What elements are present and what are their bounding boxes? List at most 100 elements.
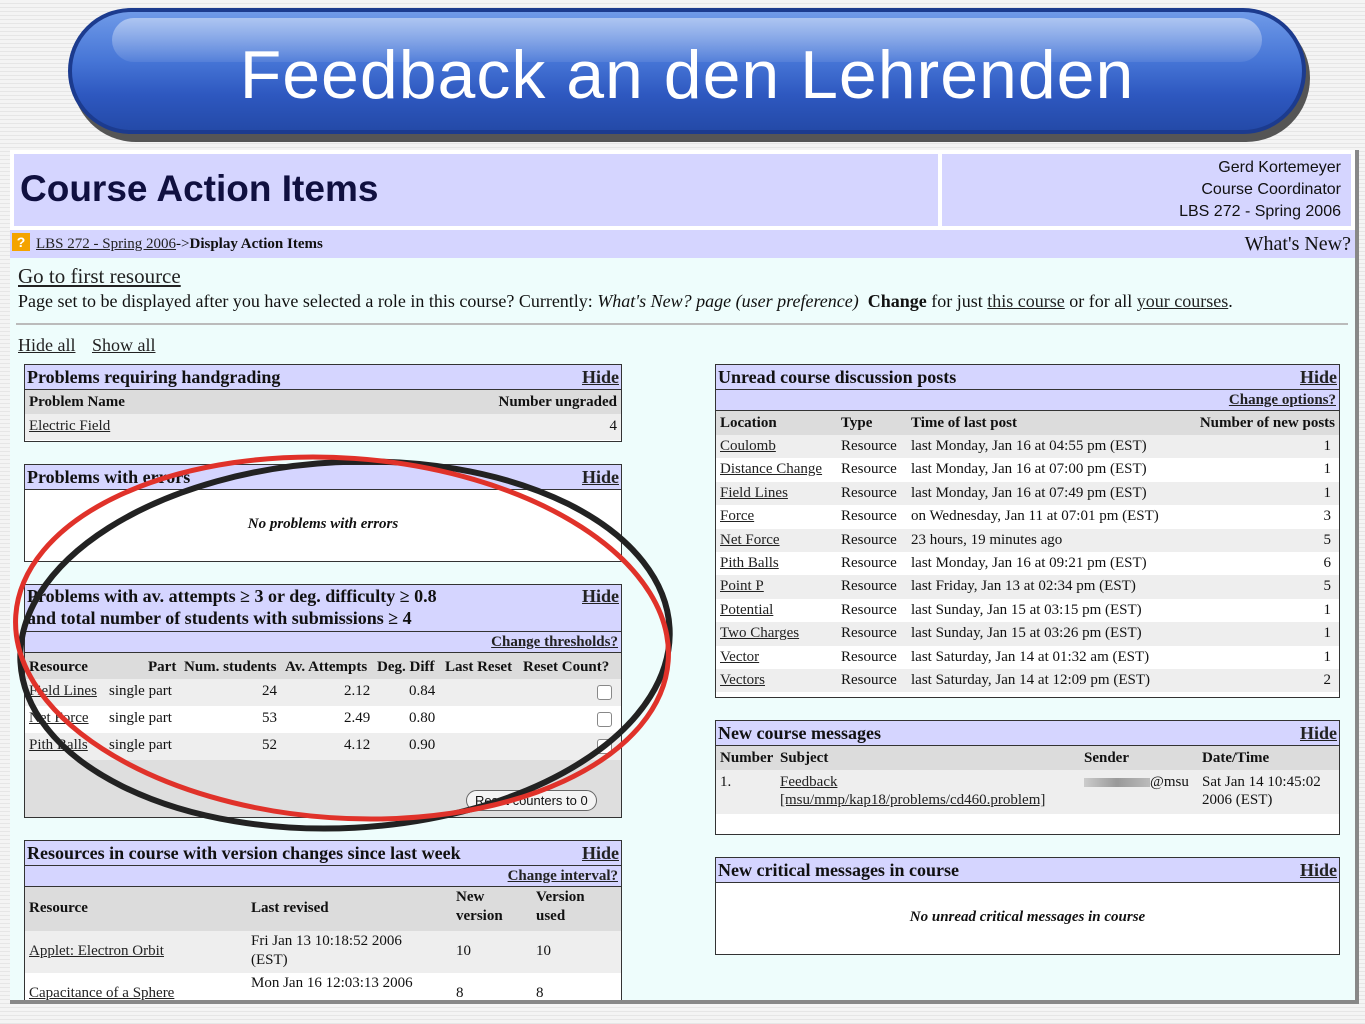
table-row: Electric Field 4: [25, 414, 621, 440]
discussion-panel: Unread course discussion posts Hide Chang…: [715, 364, 1340, 698]
discussion-location-link[interactable]: Force: [720, 508, 754, 525]
table-row: Potential Resource last Sunday, Jan 15 at …: [716, 599, 1339, 622]
go-to-first-resource-link[interactable]: Go to first resource: [18, 264, 181, 289]
hide-show-controls: Hide all Show all: [18, 335, 168, 356]
resource-link[interactable]: Net Force: [29, 710, 89, 727]
attempts-hide-link[interactable]: Hide: [582, 585, 619, 607]
discussion-time-cell: last Monday, Jan 16 at 07:49 pm (EST): [911, 484, 1147, 501]
header-title-cell: Course Action Items: [14, 154, 938, 226]
resource-link[interactable]: Field Lines: [29, 683, 97, 700]
hide-all-link[interactable]: Hide all: [18, 335, 75, 355]
discussion-time-cell: last Saturday, Jan 14 at 01:32 am (EST): [911, 648, 1150, 665]
attempts-title-line2: and total number of students with submis…: [27, 608, 412, 628]
students-cell: 52: [262, 737, 277, 753]
discussion-type-cell: Resource: [841, 601, 897, 618]
resource-link[interactable]: Applet: Electron Orbit: [29, 943, 164, 960]
discussion-type-cell: Resource: [841, 648, 897, 665]
students-cell: 24: [262, 683, 277, 699]
handgrading-table-header: Problem Name Number ungraded: [25, 390, 621, 414]
messages-hide-link[interactable]: Hide: [1300, 721, 1337, 745]
table-row: 1. Feedback [msu/mmp/kap18/problems/cd46…: [716, 770, 1339, 814]
banner-title: Feedback an den Lehrenden: [239, 37, 1135, 113]
errors-panel: Problems with errors Hide No problems wit…: [24, 464, 622, 562]
page-title: Course Action Items: [20, 168, 379, 209]
discussion-location-link[interactable]: Potential: [720, 602, 773, 619]
discussion-time-cell: last Sunday, Jan 15 at 03:26 pm (EST): [911, 625, 1142, 642]
table-row: Field Lines Resource last Monday, Jan 16 a…: [716, 481, 1339, 506]
critical-hide-link[interactable]: Hide: [1300, 858, 1337, 882]
message-date-line1: Sat Jan 14 10:45:02: [1202, 774, 1321, 790]
handgrading-panel: Problems requiring handgrading Hide Probl…: [24, 364, 622, 442]
table-row: Net Force single part 53 2.49 0.80: [25, 706, 621, 733]
handgrading-hide-link[interactable]: Hide: [582, 365, 619, 389]
discussion-count-cell: 5: [1323, 531, 1332, 548]
discussion-location-link[interactable]: Net Force: [720, 532, 780, 549]
resource-link[interactable]: Capacitance of a Sphere: [29, 985, 174, 1000]
reset-checkbox[interactable]: [597, 739, 612, 754]
or-all-text: or for all: [1069, 291, 1133, 311]
show-all-link[interactable]: Show all: [92, 335, 156, 355]
reset-checkbox[interactable]: [597, 712, 612, 727]
your-courses-link[interactable]: your courses: [1137, 291, 1228, 311]
discussion-count-cell: 6: [1323, 554, 1332, 571]
new-version-cell: 8: [456, 985, 464, 1001]
discussion-location-link[interactable]: Coulomb: [720, 438, 776, 455]
discussion-time-cell: last Sunday, Jan 15 at 03:15 pm (EST): [911, 601, 1142, 618]
change-thresholds-link[interactable]: Change thresholds?: [491, 634, 618, 650]
col-number-ungraded: Number ungraded: [498, 394, 618, 410]
change-options-link[interactable]: Change options?: [1229, 392, 1336, 408]
versions-hide-link[interactable]: Hide: [582, 841, 619, 865]
diff-cell: 0.84: [409, 683, 436, 699]
whats-new-link[interactable]: What's New?: [1245, 233, 1351, 256]
table-row: Vector Resource last Saturday, Jan 14 at 0…: [716, 646, 1339, 669]
header-user-cell: Gerd Kortemeyer Course Coordinator LBS 2…: [942, 154, 1351, 226]
part-cell: single part: [109, 683, 172, 699]
discussion-type-cell: Resource: [841, 531, 897, 548]
table-row: Two Charges Resource last Sunday, Jan 15 a…: [716, 622, 1339, 646]
problem-link[interactable]: Electric Field: [29, 418, 110, 435]
discussion-location-link[interactable]: Vectors: [720, 672, 765, 689]
breadcrumb: ? LBS 272 - Spring 2006->Display Action …: [10, 230, 1355, 258]
change-interval-link[interactable]: Change interval?: [508, 868, 618, 884]
this-course-link[interactable]: this course: [987, 291, 1064, 311]
attempts-panel: Problems with av. attempts ≥ 3 or deg. d…: [24, 584, 622, 818]
attempts-cell: 4.12: [344, 737, 371, 753]
col-sender: Sender: [1084, 750, 1129, 766]
errors-hide-link[interactable]: Hide: [582, 465, 619, 489]
col-number: Number: [720, 750, 774, 766]
discussion-location-link[interactable]: Pith Balls: [720, 555, 779, 572]
message-date-line2: 2006 (EST): [1202, 792, 1273, 808]
reset-checkbox[interactable]: [597, 685, 612, 700]
discussion-count-cell: 1: [1323, 648, 1332, 665]
col-new-version-1: New: [456, 889, 485, 905]
col-date-time: Date/Time: [1202, 750, 1270, 766]
used-version-cell: 10: [536, 943, 551, 959]
attempts-cell: 2.12: [344, 683, 371, 699]
sender-redacted-bar: [1084, 778, 1150, 787]
breadcrumb-course-link[interactable]: LBS 272 - Spring 2006: [36, 236, 176, 252]
col-reset-count: Reset Count?: [523, 659, 610, 675]
discussion-location-link[interactable]: Distance Change: [720, 461, 822, 478]
discussion-type-cell: Resource: [841, 438, 897, 454]
col-location: Location: [720, 415, 777, 431]
discussion-location-link[interactable]: Two Charges: [720, 625, 799, 642]
message-subject-link[interactable]: Feedback: [780, 774, 837, 791]
table-row: Point P Resource last Friday, Jan 13 at 02…: [716, 575, 1339, 599]
discussion-location-link[interactable]: Point P: [720, 578, 764, 595]
discussion-location-link[interactable]: Vector: [720, 649, 759, 666]
table-row: Distance Change Resource last Monday, Jan …: [716, 458, 1339, 481]
resource-link[interactable]: Pith Balls: [29, 737, 88, 754]
message-subject-path[interactable]: [msu/mmp/kap18/problems/cd460.problem]: [780, 792, 1045, 809]
reset-counters-button[interactable]: Reset counters to 0: [466, 790, 597, 811]
table-row: Coulomb Resource last Monday, Jan 16 at 04…: [716, 435, 1339, 459]
diff-cell: 0.80: [409, 710, 436, 726]
discussion-count-cell: 3: [1323, 508, 1332, 525]
attempts-cell: 2.49: [344, 710, 371, 726]
help-icon[interactable]: ?: [12, 233, 30, 251]
discussion-hide-link[interactable]: Hide: [1300, 365, 1337, 389]
page-set-prefix: Page set to be displayed after you have …: [18, 291, 593, 311]
discussion-time-cell: on Wednesday, Jan 11 at 07:01 pm (EST): [911, 508, 1159, 525]
discussion-location-link[interactable]: Field Lines: [720, 485, 788, 502]
divider: [16, 323, 1348, 325]
col-av-attempts: Av. Attempts: [285, 659, 368, 675]
